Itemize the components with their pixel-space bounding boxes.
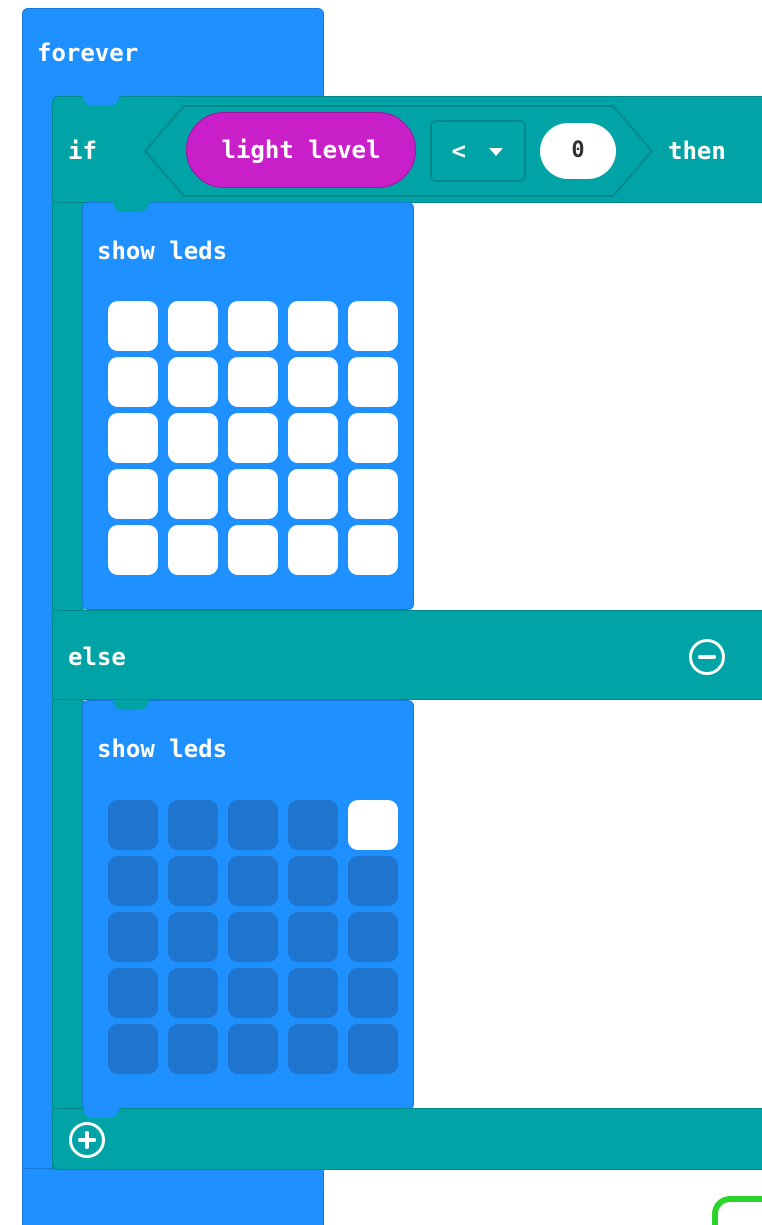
minus-circle-icon[interactable] (689, 639, 725, 675)
led-cell[interactable] (228, 912, 278, 962)
led-cell[interactable] (288, 856, 338, 906)
forever-label: forever (37, 39, 139, 67)
led-cell[interactable] (348, 413, 398, 463)
led-cell[interactable] (168, 1024, 218, 1074)
end-bar-notch (83, 1108, 119, 1118)
led-cell[interactable] (108, 968, 158, 1018)
led-cell[interactable] (108, 1024, 158, 1074)
caret-down-icon (489, 148, 504, 156)
led-cell[interactable] (108, 856, 158, 906)
show-leds-label: show leds (97, 735, 228, 763)
if-block-end-bar (52, 1108, 762, 1170)
else-label: else (68, 643, 126, 671)
led-cell[interactable] (288, 800, 338, 850)
operator-value: < (451, 137, 466, 165)
plus-circle-icon[interactable] (69, 1122, 105, 1158)
led-cell[interactable] (228, 525, 278, 575)
led-cell[interactable] (168, 912, 218, 962)
led-cell[interactable] (108, 800, 158, 850)
led-cell[interactable] (228, 469, 278, 519)
green-corner-outline (712, 1196, 762, 1225)
led-cell[interactable] (228, 301, 278, 351)
led-cell[interactable] (108, 469, 158, 519)
led-cell[interactable] (228, 413, 278, 463)
forever-block-head[interactable]: forever (22, 8, 324, 104)
led-cell[interactable] (168, 301, 218, 351)
light-level-block[interactable]: light level (186, 112, 416, 188)
led-cell[interactable] (228, 968, 278, 1018)
led-cell[interactable] (108, 912, 158, 962)
operator-dropdown[interactable]: < (430, 120, 526, 182)
led-cell[interactable] (288, 357, 338, 407)
led-cell[interactable] (228, 357, 278, 407)
threshold-input[interactable]: 0 (540, 123, 616, 179)
forever-block-spine (22, 96, 54, 1225)
led-cell[interactable] (348, 357, 398, 407)
led-cell[interactable] (348, 469, 398, 519)
led-cell[interactable] (228, 856, 278, 906)
led-cell[interactable] (168, 413, 218, 463)
led-cell[interactable] (288, 968, 338, 1018)
led-cell[interactable] (168, 800, 218, 850)
led-cell[interactable] (228, 800, 278, 850)
if-label: if (68, 137, 97, 165)
led-cell[interactable] (288, 1024, 338, 1074)
led-cell[interactable] (288, 413, 338, 463)
led-cell[interactable] (168, 968, 218, 1018)
led-cell[interactable] (348, 912, 398, 962)
show-leds-label: show leds (97, 237, 228, 265)
led-cell[interactable] (348, 968, 398, 1018)
led-cell[interactable] (168, 357, 218, 407)
led-cell[interactable] (288, 525, 338, 575)
led-cell[interactable] (108, 357, 158, 407)
show-leds-notch (113, 202, 149, 212)
led-cell[interactable] (228, 1024, 278, 1074)
led-cell[interactable] (288, 912, 338, 962)
led-cell[interactable] (348, 856, 398, 906)
if-block-notch (83, 96, 119, 106)
forever-block-foot (22, 1168, 324, 1225)
led-cell[interactable] (108, 525, 158, 575)
led-cell[interactable] (168, 525, 218, 575)
then-label: then (668, 137, 726, 165)
led-grid-else (108, 800, 398, 1074)
led-grid-then (108, 301, 398, 575)
led-cell[interactable] (108, 301, 158, 351)
show-leds-notch (113, 700, 149, 710)
led-cell[interactable] (288, 469, 338, 519)
led-cell[interactable] (108, 413, 158, 463)
led-cell[interactable] (288, 301, 338, 351)
else-bar: else (52, 610, 762, 700)
led-cell[interactable] (168, 856, 218, 906)
led-cell[interactable] (348, 1024, 398, 1074)
led-cell[interactable] (168, 469, 218, 519)
led-cell[interactable] (348, 301, 398, 351)
led-cell[interactable] (348, 525, 398, 575)
led-cell[interactable] (348, 800, 398, 850)
